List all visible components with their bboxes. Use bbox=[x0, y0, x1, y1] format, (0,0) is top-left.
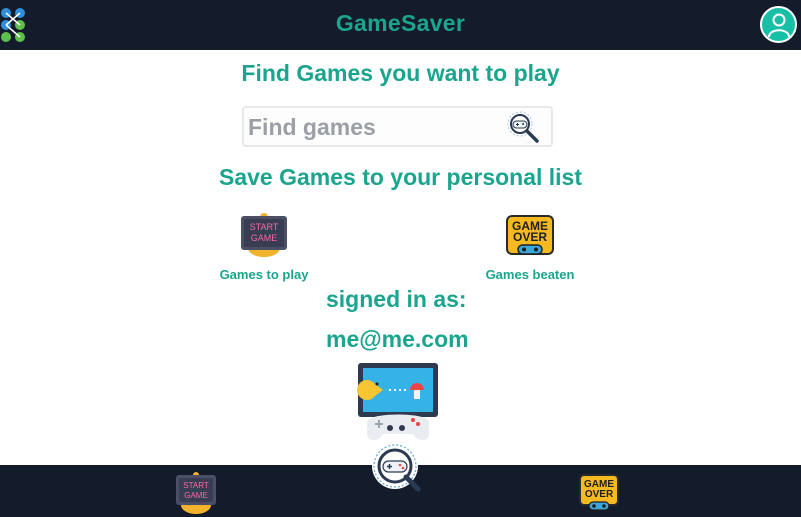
app-title: GameSaver bbox=[335, 10, 466, 36]
magnifier-gamepad-icon bbox=[372, 443, 421, 492]
game-over-icon: GAME OVER bbox=[579, 474, 619, 511]
magnifier-gamepad-icon bbox=[507, 111, 539, 143]
top-bar: GameSaver bbox=[0, 0, 801, 50]
bottom-start-icon-line2: GAME bbox=[184, 491, 208, 500]
signed-in-email: me@me.com bbox=[326, 326, 469, 352]
games-to-play-label: Games to play bbox=[219, 267, 309, 282]
search-input[interactable] bbox=[248, 112, 498, 143]
bottom-nav-search[interactable] bbox=[371, 442, 423, 492]
start-game-icon-line1: START bbox=[250, 222, 279, 232]
save-games-heading: Save Games to your personal list bbox=[218, 164, 583, 190]
user-avatar-icon[interactable] bbox=[760, 6, 797, 43]
bottom-start-icon-line1: START bbox=[183, 481, 209, 490]
search-box bbox=[242, 106, 553, 147]
start-game-icon: START GAME bbox=[241, 213, 287, 257]
find-games-heading: Find Games you want to play bbox=[241, 60, 560, 86]
games-beaten-label: Games beaten bbox=[485, 267, 575, 282]
start-game-icon: START GAME bbox=[176, 472, 216, 514]
arcade-illustration bbox=[355, 360, 441, 450]
game-over-icon: GAME OVER bbox=[506, 215, 554, 255]
games-beaten-link[interactable]: GAME OVER Games beaten bbox=[460, 212, 600, 282]
bottom-nav-games-beaten[interactable]: GAME OVER bbox=[578, 473, 620, 513]
game-over-icon-line2: OVER bbox=[513, 230, 547, 244]
bottom-over-icon-line2: OVER bbox=[585, 489, 614, 500]
search-button[interactable] bbox=[506, 110, 540, 144]
signed-in-label: signed in as: bbox=[326, 286, 467, 312]
games-to-play-link[interactable]: START GAME Games to play bbox=[194, 212, 334, 282]
bottom-nav-games-to-play[interactable]: START GAME bbox=[174, 471, 218, 515]
start-game-icon-line2: GAME bbox=[251, 233, 278, 243]
